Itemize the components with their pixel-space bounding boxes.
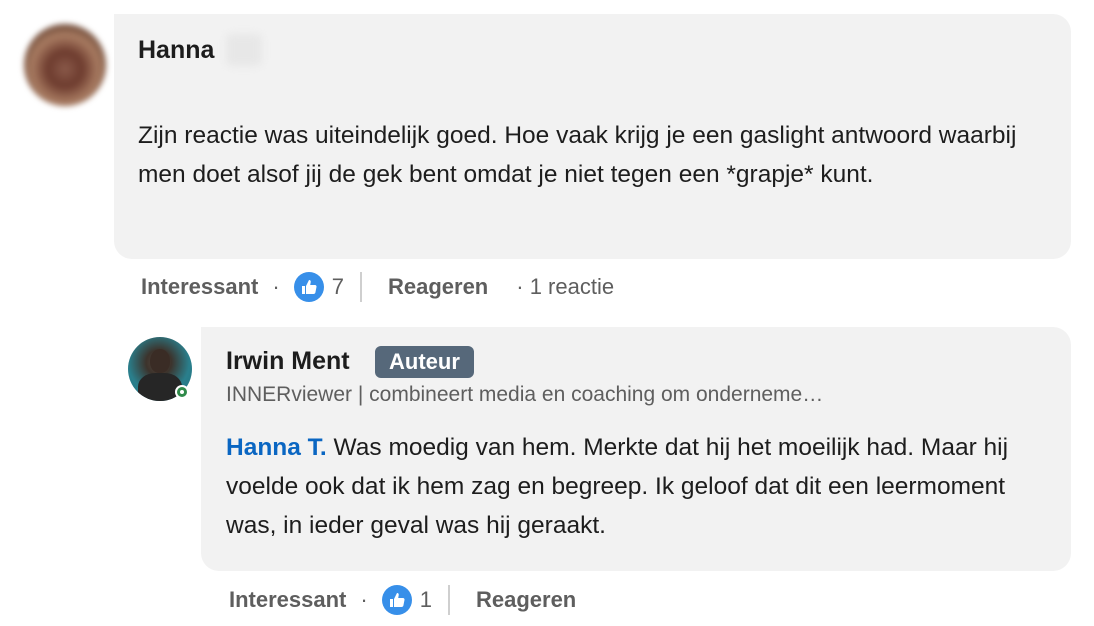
online-status-icon	[175, 385, 189, 399]
avatar-irwin[interactable]	[128, 337, 194, 403]
divider	[359, 272, 362, 302]
comment-actions: Interessant · 7 Reageren · 1 reactie	[141, 269, 614, 305]
avatar-face	[150, 349, 170, 373]
author-headline: INNERviewer | combineert media en coachi…	[226, 383, 824, 406]
separator-dot: ·	[272, 274, 280, 299]
reply-actions: Interessant · 1 Reageren	[229, 582, 576, 618]
thumbs-up-icon[interactable]	[293, 272, 324, 302]
reply-button[interactable]: Reageren	[388, 274, 488, 300]
react-button[interactable]: Interessant	[141, 274, 258, 300]
reply-body-text: Was moedig van hem. Merkte dat hij het m…	[226, 434, 1009, 539]
divider	[447, 585, 450, 615]
separator-dot: ·	[360, 587, 368, 612]
blurred-surname	[226, 34, 262, 66]
reaction-count[interactable]: 1	[420, 587, 432, 613]
author-badge: Auteur	[375, 346, 474, 378]
reply-author-name[interactable]: Irwin Ment	[226, 347, 350, 376]
thumbs-up-icon[interactable]	[381, 585, 412, 615]
reply-button[interactable]: Reageren	[476, 587, 576, 613]
mention-link[interactable]: Hanna T.	[226, 434, 327, 461]
reply-count-link[interactable]: · 1 reactie	[516, 274, 614, 300]
comment-author-name[interactable]: Hanna	[138, 36, 214, 65]
reply-body: Hanna T. Was moedig van hem. Merkte dat …	[226, 428, 1056, 545]
react-button[interactable]: Interessant	[229, 587, 346, 613]
reaction-count[interactable]: 7	[332, 274, 344, 300]
comment-body: Zijn reactie was uiteindelijk goed. Hoe …	[138, 122, 1017, 188]
avatar-hanna[interactable]	[24, 24, 106, 106]
